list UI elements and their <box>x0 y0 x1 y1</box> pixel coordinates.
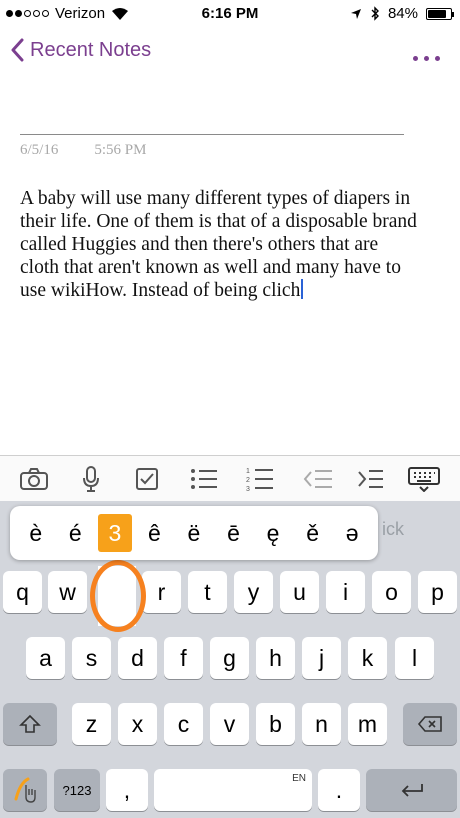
location-arrow-icon <box>350 8 361 19</box>
format-toolbar: 1 2 3 <box>0 455 460 501</box>
svg-text:3: 3 <box>246 486 250 492</box>
accent-option[interactable]: ë <box>177 514 211 552</box>
dictation-button[interactable] <box>71 456 111 502</box>
accent-picker: è é 3 ê ë ē ę ě ə <box>10 506 378 560</box>
key-w[interactable]: w <box>48 571 87 613</box>
checklist-button[interactable] <box>127 456 167 502</box>
indent-icon <box>358 470 383 488</box>
key-p[interactable]: p <box>418 571 457 613</box>
hide-keyboard-button[interactable] <box>402 456 446 502</box>
key-m[interactable]: m <box>348 703 387 745</box>
return-icon <box>401 784 423 797</box>
accent-option[interactable]: ě <box>296 514 330 552</box>
swype-key[interactable] <box>3 769 47 811</box>
key-o[interactable]: o <box>372 571 411 613</box>
microphone-icon <box>83 466 99 492</box>
svg-text:2: 2 <box>246 477 250 484</box>
return-key[interactable] <box>366 769 457 811</box>
accent-option[interactable]: è <box>19 514 53 552</box>
more-options-icon[interactable] <box>413 56 440 61</box>
highlight-circle <box>90 560 146 632</box>
accent-option[interactable]: ə <box>335 514 369 552</box>
accent-option[interactable]: ę <box>256 514 290 552</box>
back-button-label: Recent Notes <box>30 38 152 61</box>
key-r[interactable]: r <box>142 571 181 613</box>
backspace-icon <box>417 716 442 732</box>
key-h[interactable]: h <box>256 637 295 679</box>
space-key[interactable]: EN <box>154 769 312 811</box>
numbered-list-icon: 1 2 3 <box>246 468 273 492</box>
camera-icon <box>20 468 48 490</box>
key-z[interactable]: z <box>72 703 111 745</box>
battery-percent: 84% <box>387 5 418 22</box>
bullet-list-button[interactable] <box>184 456 224 502</box>
period-key[interactable]: . <box>318 769 360 811</box>
accent-option[interactable]: ê <box>137 514 171 552</box>
bullet-list-icon <box>191 469 217 489</box>
key-s[interactable]: s <box>72 637 111 679</box>
key-n[interactable]: n <box>302 703 341 745</box>
indent-button[interactable] <box>350 456 390 502</box>
key-g[interactable]: g <box>210 637 249 679</box>
key-x[interactable]: x <box>118 703 157 745</box>
key-f[interactable]: f <box>164 637 203 679</box>
key-q[interactable]: q <box>3 571 42 613</box>
key-v[interactable]: v <box>210 703 249 745</box>
chevron-left-icon <box>11 38 24 62</box>
key-c[interactable]: c <box>164 703 203 745</box>
camera-button[interactable] <box>14 456 54 502</box>
numbered-list-button[interactable]: 1 2 3 <box>240 456 280 502</box>
comma-key[interactable]: , <box>106 769 148 811</box>
note-timestamp: 6/5/16 5:56 PM <box>20 142 146 159</box>
shift-key[interactable] <box>3 703 57 745</box>
note-time: 5:56 PM <box>94 142 147 158</box>
accent-option[interactable]: ē <box>217 514 251 552</box>
key-u[interactable]: u <box>280 571 319 613</box>
status-right: 84% <box>350 5 454 22</box>
note-title-field[interactable] <box>20 134 404 135</box>
key-i[interactable]: i <box>326 571 365 613</box>
key-b[interactable]: b <box>256 703 295 745</box>
key-d[interactable]: d <box>118 637 157 679</box>
accent-option[interactable]: é <box>58 514 92 552</box>
checkbox-icon <box>136 468 158 490</box>
text-cursor <box>301 279 304 299</box>
note-body-editor[interactable]: A baby will use many different types of … <box>20 187 420 302</box>
backspace-key[interactable] <box>403 703 457 745</box>
note-body-text: A baby will use many different types of … <box>20 188 417 301</box>
numbers-key[interactable]: ?123 <box>54 769 100 811</box>
key-k[interactable]: k <box>348 637 387 679</box>
bluetooth-icon <box>371 6 379 21</box>
svg-text:1: 1 <box>246 468 250 475</box>
key-a[interactable]: a <box>26 637 65 679</box>
shift-icon <box>19 714 41 733</box>
keyboard-icon <box>408 467 440 492</box>
suggestion-text[interactable]: ick <box>382 519 404 540</box>
status-bar: Verizon 6:16 PM 84% <box>0 0 460 28</box>
battery-icon <box>426 7 454 20</box>
back-button[interactable]: Recent Notes <box>10 38 151 62</box>
outdent-icon <box>303 470 332 488</box>
key-y[interactable]: y <box>234 571 273 613</box>
note-date: 6/5/16 <box>20 142 59 158</box>
outdent-button[interactable] <box>298 456 338 502</box>
key-t[interactable]: t <box>188 571 227 613</box>
key-j[interactable]: j <box>302 637 341 679</box>
key-l[interactable]: l <box>395 637 434 679</box>
accent-option-selected[interactable]: 3 <box>97 514 132 552</box>
swype-logo-icon <box>14 777 36 803</box>
